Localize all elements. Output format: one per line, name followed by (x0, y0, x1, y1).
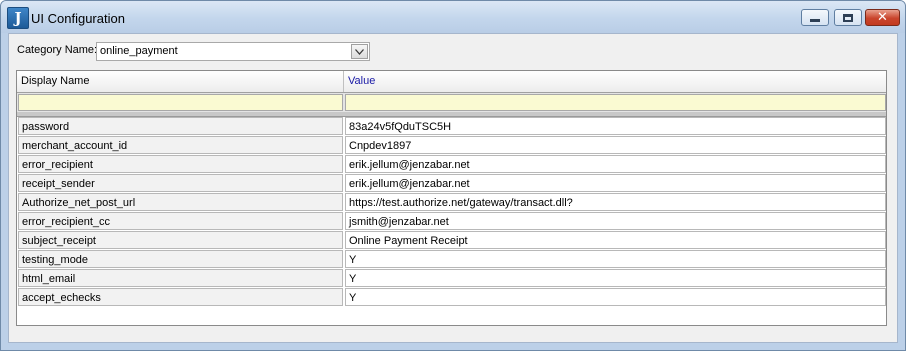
value-cell[interactable]: Cnpdev1897 (345, 136, 886, 154)
table-row[interactable]: testing_mode Y (17, 250, 886, 269)
value-cell[interactable]: Y (345, 288, 886, 306)
value-cell[interactable]: erik.jellum@jenzabar.net (345, 174, 886, 192)
display-name-cell[interactable]: html_email (18, 269, 343, 287)
close-button[interactable]: ✕ (865, 9, 900, 26)
client-area: Category Name: online_payment Display Na… (8, 33, 898, 343)
display-name-cell[interactable]: testing_mode (18, 250, 343, 268)
table-row[interactable]: Authorize_net_post_url https://test.auth… (17, 193, 886, 212)
title-bar[interactable]: J UI Configuration ✕ (1, 1, 905, 33)
minimize-icon (810, 19, 820, 22)
display-name-cell[interactable]: merchant_account_id (18, 136, 343, 154)
category-name-value: online_payment (100, 45, 178, 57)
maximize-button[interactable] (834, 9, 862, 26)
category-name-select[interactable]: online_payment (96, 42, 370, 61)
value-cell[interactable]: Online Payment Receipt (345, 231, 886, 249)
category-name-label: Category Name: (17, 44, 98, 56)
grid-header: Display Name Value (17, 71, 886, 93)
display-name-cell[interactable]: receipt_sender (18, 174, 343, 192)
table-row[interactable]: html_email Y (17, 269, 886, 288)
column-header-display-name[interactable]: Display Name (17, 71, 344, 92)
close-icon: ✕ (877, 10, 888, 25)
display-name-cell[interactable]: subject_receipt (18, 231, 343, 249)
maximize-icon (843, 13, 853, 22)
table-row[interactable]: password 83a24v5fQduTSC5H (17, 117, 886, 136)
table-row[interactable]: error_recipient erik.jellum@jenzabar.net (17, 155, 886, 174)
ui-configuration-window: J UI Configuration ✕ Category Name: onli… (0, 0, 906, 351)
value-cell[interactable]: 83a24v5fQduTSC5H (345, 117, 886, 135)
display-name-cell[interactable]: error_recipient (18, 155, 343, 173)
filter-display-name-input[interactable] (18, 94, 343, 111)
display-name-cell[interactable]: Authorize_net_post_url (18, 193, 343, 211)
table-row[interactable]: error_recipient_cc jsmith@jenzabar.net (17, 212, 886, 231)
filter-value-input[interactable] (345, 94, 886, 111)
window-title: UI Configuration (31, 11, 125, 26)
table-row[interactable]: subject_receipt Online Payment Receipt (17, 231, 886, 250)
value-cell[interactable]: https://test.authorize.net/gateway/trans… (345, 193, 886, 211)
value-cell[interactable]: erik.jellum@jenzabar.net (345, 155, 886, 173)
configuration-grid: Display Name Value password 83a24v5fQduT… (16, 70, 887, 326)
value-cell[interactable]: Y (345, 269, 886, 287)
table-row[interactable]: merchant_account_id Cnpdev1897 (17, 136, 886, 155)
grid-rows: password 83a24v5fQduTSC5H merchant_accou… (17, 117, 886, 307)
value-cell[interactable]: jsmith@jenzabar.net (345, 212, 886, 230)
column-header-value[interactable]: Value (344, 71, 886, 92)
minimize-button[interactable] (801, 9, 829, 26)
value-cell[interactable]: Y (345, 250, 886, 268)
display-name-cell[interactable]: password (18, 117, 343, 135)
chevron-down-icon[interactable] (351, 44, 368, 59)
table-row[interactable]: receipt_sender erik.jellum@jenzabar.net (17, 174, 886, 193)
filter-row (17, 93, 886, 112)
table-row[interactable]: accept_echecks Y (17, 288, 886, 307)
display-name-cell[interactable]: accept_echecks (18, 288, 343, 306)
display-name-cell[interactable]: error_recipient_cc (18, 212, 343, 230)
app-icon: J (7, 7, 29, 29)
